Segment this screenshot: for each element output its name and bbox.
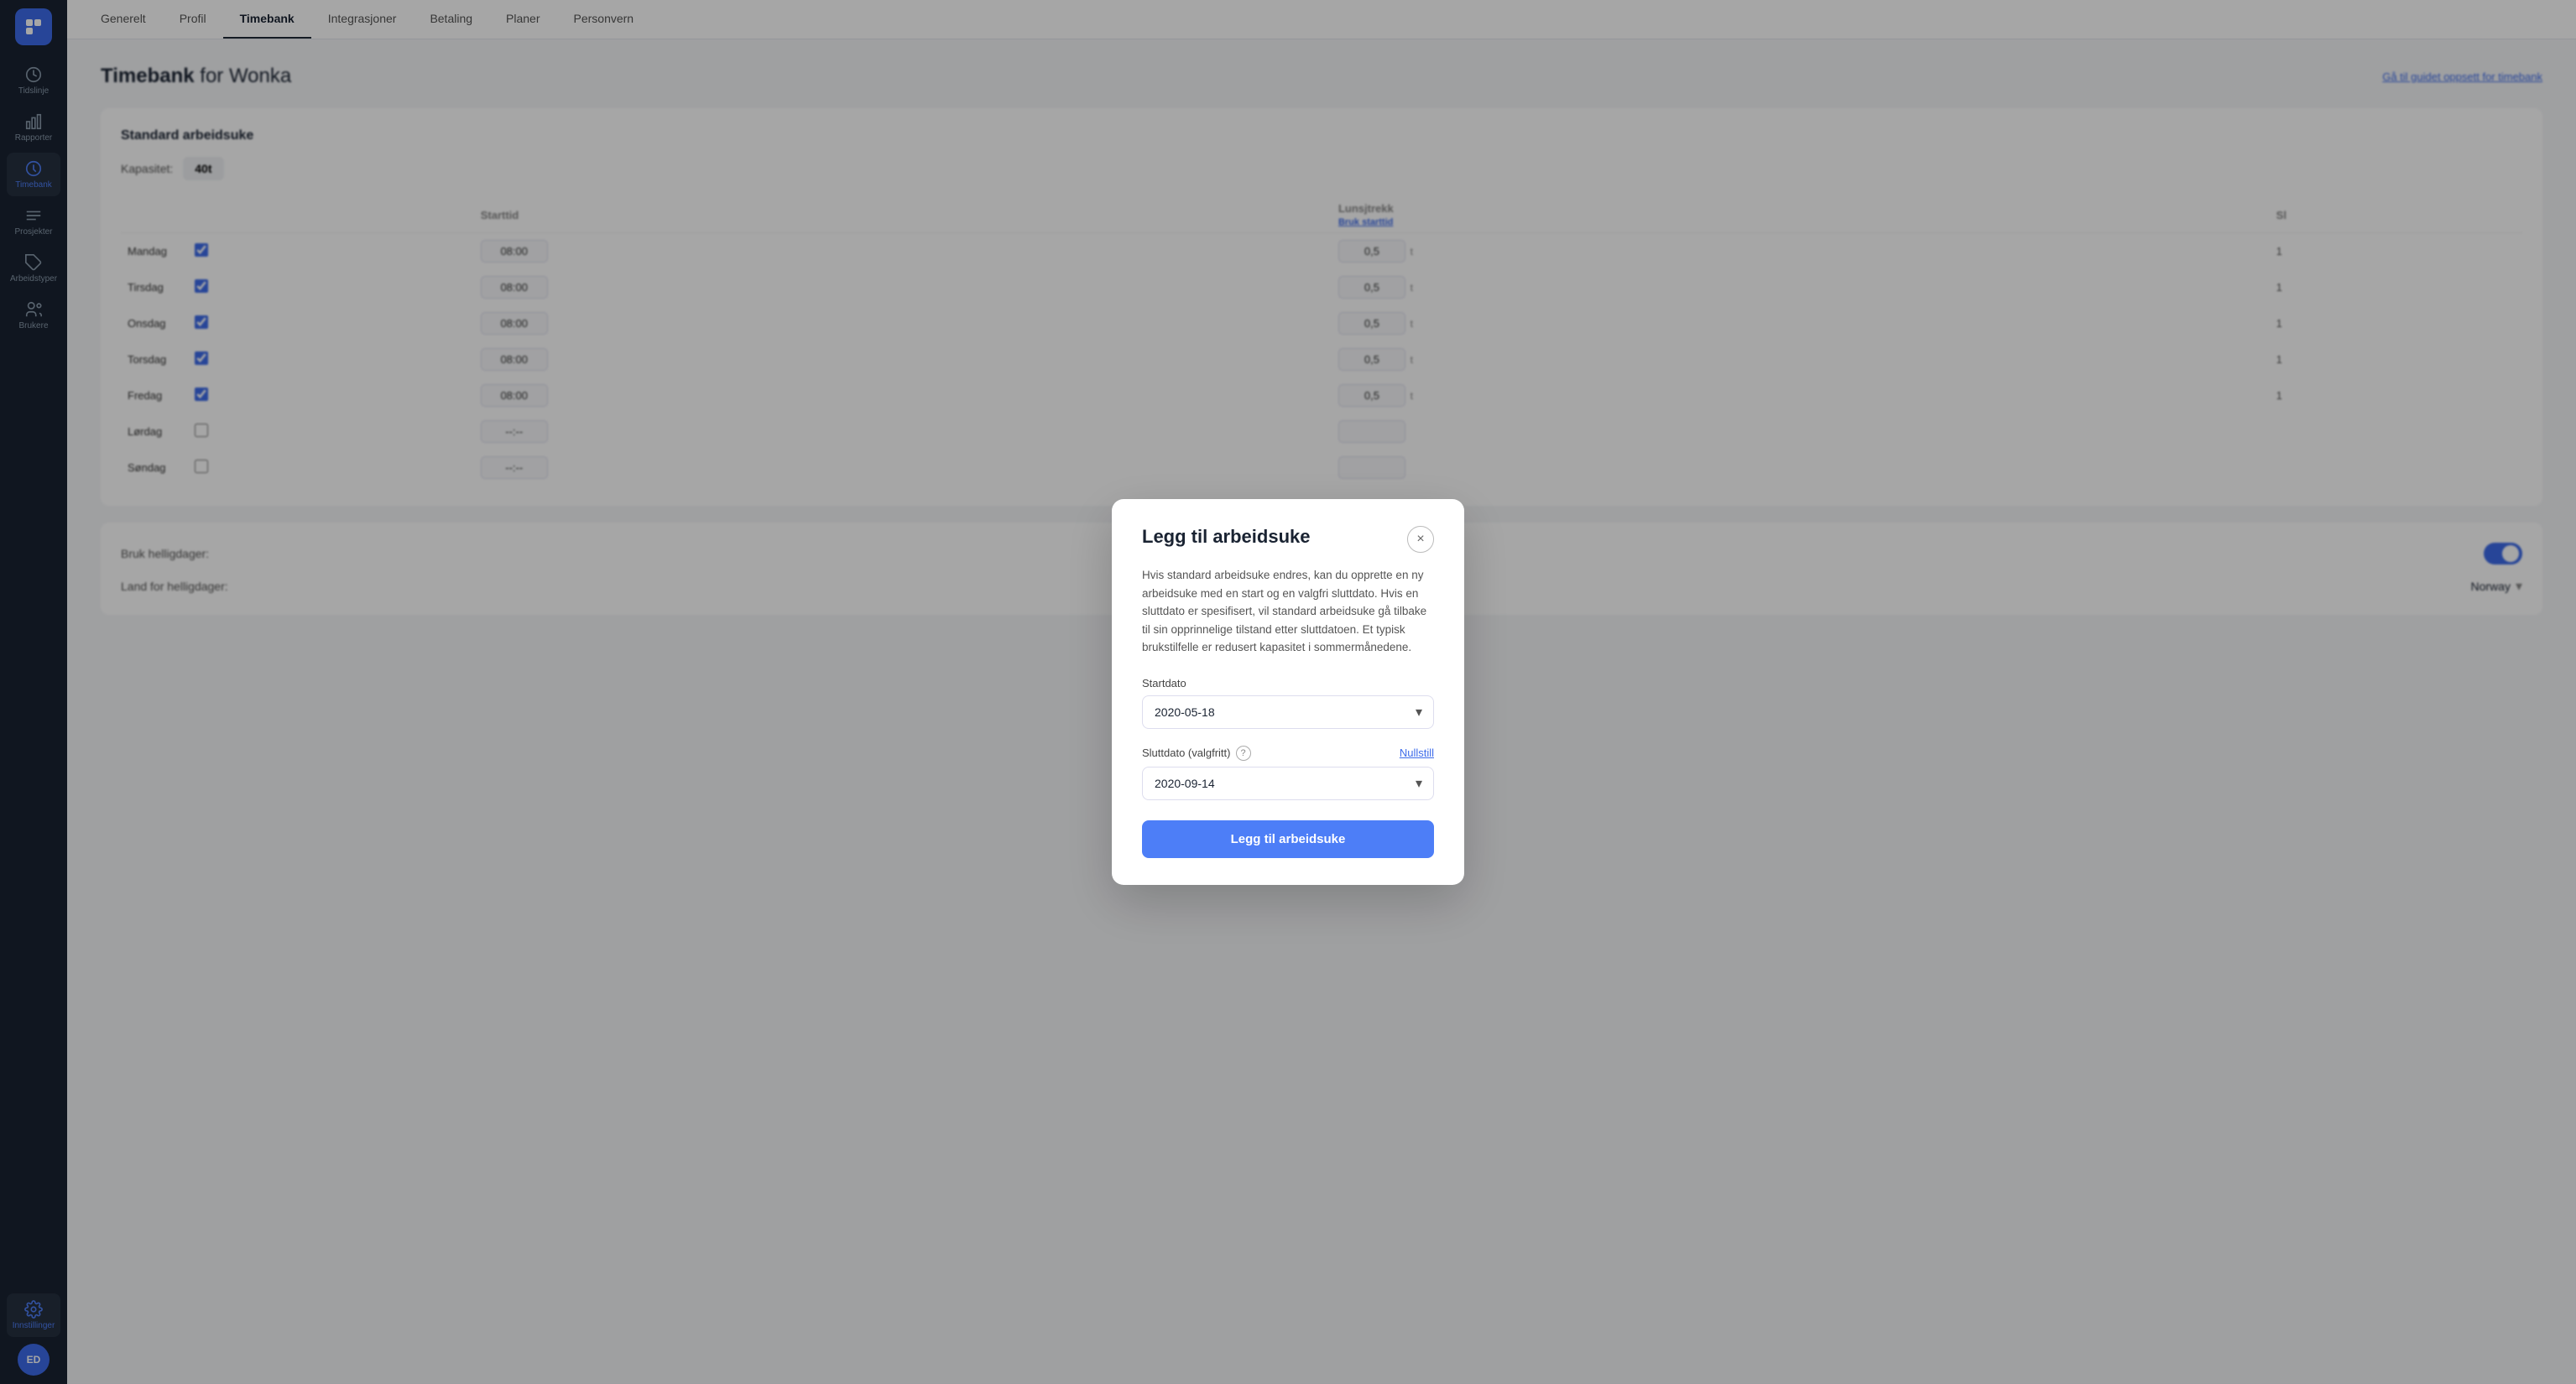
sluttdato-label: Sluttdato (valgfritt) ?: [1142, 746, 1251, 761]
nullstill-link[interactable]: Nullstill: [1400, 747, 1434, 759]
legg-til-arbeidsuke-button[interactable]: Legg til arbeidsuke: [1142, 820, 1434, 858]
close-icon: ×: [1416, 532, 1424, 547]
sluttdato-select[interactable]: 2020-09-14: [1142, 767, 1434, 800]
modal: Legg til arbeidsuke × Hvis standard arbe…: [1112, 499, 1464, 885]
modal-title: Legg til arbeidsuke: [1142, 526, 1311, 548]
help-icon[interactable]: ?: [1236, 746, 1251, 761]
modal-close-button[interactable]: ×: [1407, 526, 1434, 553]
startdato-label: Startdato: [1142, 677, 1434, 689]
sluttdato-label-row: Sluttdato (valgfritt) ? Nullstill: [1142, 746, 1434, 761]
modal-description: Hvis standard arbeidsuke endres, kan du …: [1142, 566, 1434, 657]
startdato-select[interactable]: 2020-05-18: [1142, 695, 1434, 729]
modal-overlay: Legg til arbeidsuke × Hvis standard arbe…: [0, 0, 2576, 1384]
sluttdato-wrap: 2020-09-14 ▾: [1142, 767, 1434, 800]
modal-header: Legg til arbeidsuke ×: [1142, 526, 1434, 553]
startdato-wrap: 2020-05-18 ▾: [1142, 695, 1434, 729]
